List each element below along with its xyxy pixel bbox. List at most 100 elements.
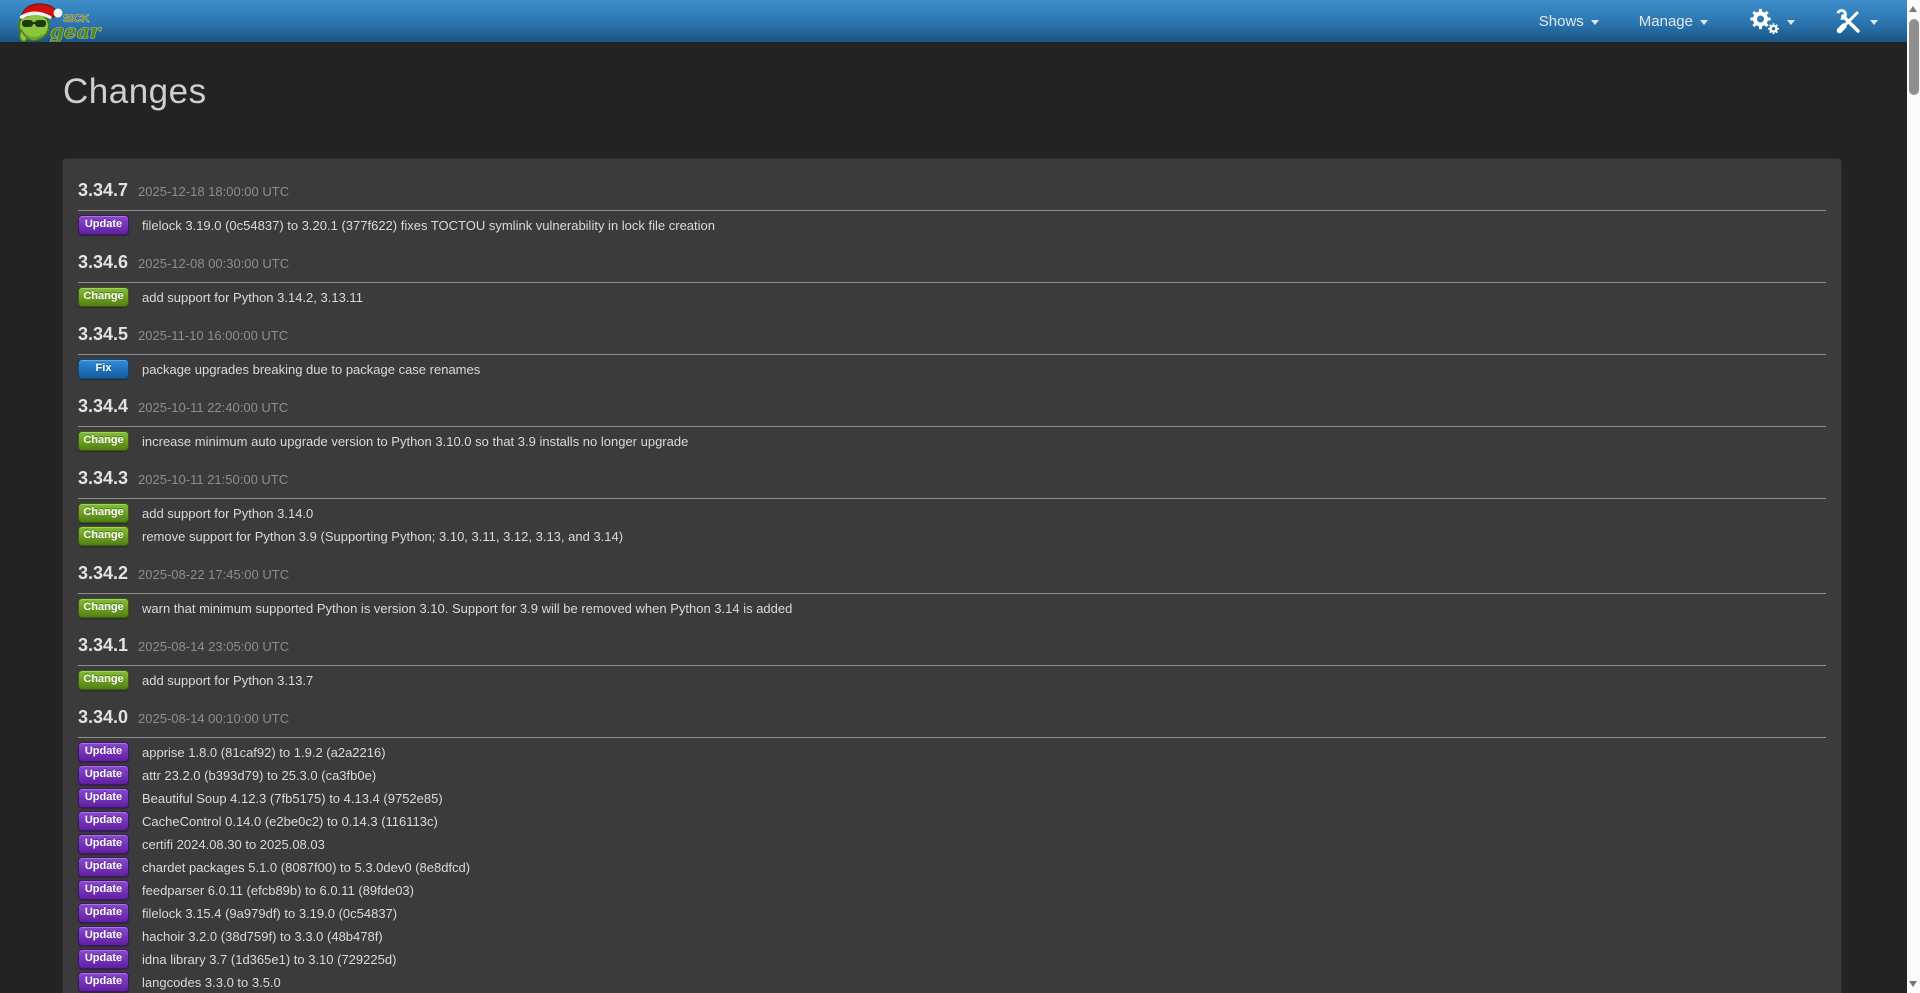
chevron-down-icon (1870, 20, 1878, 25)
change-type-badge: Fix (78, 359, 129, 379)
change-type-badge: Update (78, 857, 129, 877)
version-number: 3.34.2 (78, 562, 128, 584)
change-entry: Change add support for Python 3.13.7 (78, 671, 1826, 689)
version-number: 3.34.6 (78, 251, 128, 273)
version-heading: 3.34.5 2025-11-10 16:00:00 UTC (78, 323, 1826, 355)
change-entry-text: package upgrades breaking due to package… (142, 362, 480, 377)
top-navbar: SICK gear Shows Manage (0, 0, 1920, 42)
change-entry: Change increase minimum auto upgrade ver… (78, 432, 1826, 450)
entry-list: Update filelock 3.19.0 (0c54837) to 3.20… (78, 216, 1826, 234)
entry-list: Change add support for Python 3.13.7 (78, 671, 1826, 689)
version-block: 3.34.3 2025-10-11 21:50:00 UTC Change ad… (78, 467, 1826, 545)
change-type-badge: Change (78, 431, 129, 451)
change-type-badge: Change (78, 503, 129, 523)
version-heading: 3.34.7 2025-12-18 18:00:00 UTC (78, 179, 1826, 211)
version-heading: 3.34.1 2025-08-14 23:05:00 UTC (78, 634, 1826, 666)
change-entry: Update CacheControl 0.14.0 (e2be0c2) to … (78, 812, 1826, 830)
change-entry-text: CacheControl 0.14.0 (e2be0c2) to 0.14.3 … (142, 814, 438, 829)
change-type-badge: Change (78, 670, 129, 690)
entry-list: Change add support for Python 3.14.2, 3.… (78, 288, 1826, 306)
entry-list: Fix package upgrades breaking due to pac… (78, 360, 1826, 378)
change-entry-text: Beautiful Soup 4.12.3 (7fb5175) to 4.13.… (142, 791, 443, 806)
change-entry-text: add support for Python 3.14.0 (142, 506, 313, 521)
change-entry: Change warn that minimum supported Pytho… (78, 599, 1826, 617)
entry-list: Change add support for Python 3.14.0 Cha… (78, 504, 1826, 545)
change-entry-text: hachoir 3.2.0 (38d759f) to 3.3.0 (48b478… (142, 929, 383, 944)
version-date: 2025-12-08 00:30:00 UTC (138, 253, 289, 275)
change-entry: Update chardet packages 5.1.0 (8087f00) … (78, 858, 1826, 876)
sickgear-logo-icon: SICK gear (8, 0, 104, 42)
entry-list: Change warn that minimum supported Pytho… (78, 599, 1826, 617)
chevron-down-icon (1700, 20, 1708, 25)
scroll-down-arrow[interactable] (1909, 981, 1917, 987)
entry-list: Change increase minimum auto upgrade ver… (78, 432, 1826, 450)
menu-tools[interactable] (1835, 8, 1878, 34)
change-entry: Update apprise 1.8.0 (81caf92) to 1.9.2 … (78, 743, 1826, 761)
scrollbar-thumb[interactable] (1909, 19, 1919, 95)
version-number: 3.34.0 (78, 706, 128, 728)
change-type-badge: Change (78, 598, 129, 618)
change-type-badge: Change (78, 287, 129, 307)
svg-text:gear: gear (50, 19, 102, 42)
change-entry: Update filelock 3.19.0 (0c54837) to 3.20… (78, 216, 1826, 234)
change-entry-text: add support for Python 3.14.2, 3.13.11 (142, 290, 363, 305)
version-date: 2025-10-11 21:50:00 UTC (138, 469, 288, 491)
change-entry: Update idna library 3.7 (1d365e1) to 3.1… (78, 950, 1826, 968)
version-date: 2025-08-14 00:10:00 UTC (138, 708, 289, 730)
version-number: 3.34.7 (78, 179, 128, 201)
version-number: 3.34.3 (78, 467, 128, 489)
version-date: 2025-08-22 17:45:00 UTC (138, 564, 289, 586)
change-entry: Fix package upgrades breaking due to pac… (78, 360, 1826, 378)
change-entry-text: filelock 3.19.0 (0c54837) to 3.20.1 (377… (142, 218, 715, 233)
menu-manage-label: Manage (1639, 13, 1693, 30)
change-entry-text: feedparser 6.0.11 (efcb89b) to 6.0.11 (8… (142, 883, 414, 898)
version-date: 2025-12-18 18:00:00 UTC (138, 181, 289, 203)
change-type-badge: Update (78, 788, 129, 808)
version-block: 3.34.2 2025-08-22 17:45:00 UTC Change wa… (78, 562, 1826, 617)
version-block: 3.34.5 2025-11-10 16:00:00 UTC Fix packa… (78, 323, 1826, 378)
change-type-badge: Update (78, 811, 129, 831)
version-number: 3.34.5 (78, 323, 128, 345)
scroll-up-arrow[interactable] (1909, 6, 1917, 12)
chevron-down-icon (1787, 20, 1795, 25)
change-entry-text: apprise 1.8.0 (81caf92) to 1.9.2 (a2a221… (142, 745, 386, 760)
change-type-badge: Update (78, 972, 129, 992)
change-entry-text: langcodes 3.3.0 to 3.5.0 (142, 975, 281, 990)
change-entry-text: remove support for Python 3.9 (Supportin… (142, 529, 623, 544)
menu-shows-label: Shows (1539, 13, 1584, 30)
version-date: 2025-10-11 22:40:00 UTC (138, 397, 288, 419)
version-block: 3.34.7 2025-12-18 18:00:00 UTC Update fi… (78, 179, 1826, 234)
version-heading: 3.34.3 2025-10-11 21:50:00 UTC (78, 467, 1826, 499)
change-entry: Update langcodes 3.3.0 to 3.5.0 (78, 973, 1826, 991)
entry-list: Update apprise 1.8.0 (81caf92) to 1.9.2 … (78, 743, 1826, 991)
changelog-list: 3.34.7 2025-12-18 18:00:00 UTC Update fi… (78, 179, 1826, 991)
navbar-menus: Shows Manage (1539, 8, 1878, 35)
change-entry: Update hachoir 3.2.0 (38d759f) to 3.3.0 … (78, 927, 1826, 945)
version-date: 2025-11-10 16:00:00 UTC (138, 325, 288, 347)
menu-config[interactable] (1748, 8, 1795, 35)
version-heading: 3.34.4 2025-10-11 22:40:00 UTC (78, 395, 1826, 427)
version-heading: 3.34.6 2025-12-08 00:30:00 UTC (78, 251, 1826, 283)
menu-manage[interactable]: Manage (1639, 13, 1708, 30)
change-entry-text: certifi 2024.08.30 to 2025.08.03 (142, 837, 325, 852)
change-entry: Update Beautiful Soup 4.12.3 (7fb5175) t… (78, 789, 1826, 807)
change-entry: Change add support for Python 3.14.2, 3.… (78, 288, 1826, 306)
version-block: 3.34.4 2025-10-11 22:40:00 UTC Change in… (78, 395, 1826, 450)
change-type-badge: Update (78, 926, 129, 946)
change-entry-text: filelock 3.15.4 (9a979df) to 3.19.0 (0c5… (142, 906, 397, 921)
change-entry: Change add support for Python 3.14.0 (78, 504, 1826, 522)
gears-icon (1748, 8, 1780, 35)
vertical-scrollbar[interactable] (1907, 0, 1920, 993)
sickgear-logo[interactable]: SICK gear (8, 0, 104, 42)
change-entry: Update attr 23.2.0 (b393d79) to 25.3.0 (… (78, 766, 1826, 784)
version-block: 3.34.0 2025-08-14 00:10:00 UTC Update ap… (78, 706, 1826, 991)
change-type-badge: Update (78, 742, 129, 762)
change-type-badge: Update (78, 215, 129, 235)
changelog-panel: 3.34.7 2025-12-18 18:00:00 UTC Update fi… (62, 158, 1842, 993)
change-type-badge: Update (78, 880, 129, 900)
menu-shows[interactable]: Shows (1539, 13, 1599, 30)
change-entry-text: idna library 3.7 (1d365e1) to 3.10 (7292… (142, 952, 396, 967)
change-entry-text: add support for Python 3.13.7 (142, 673, 313, 688)
change-entry-text: attr 23.2.0 (b393d79) to 25.3.0 (ca3fb0e… (142, 768, 376, 783)
chevron-down-icon (1591, 20, 1599, 25)
